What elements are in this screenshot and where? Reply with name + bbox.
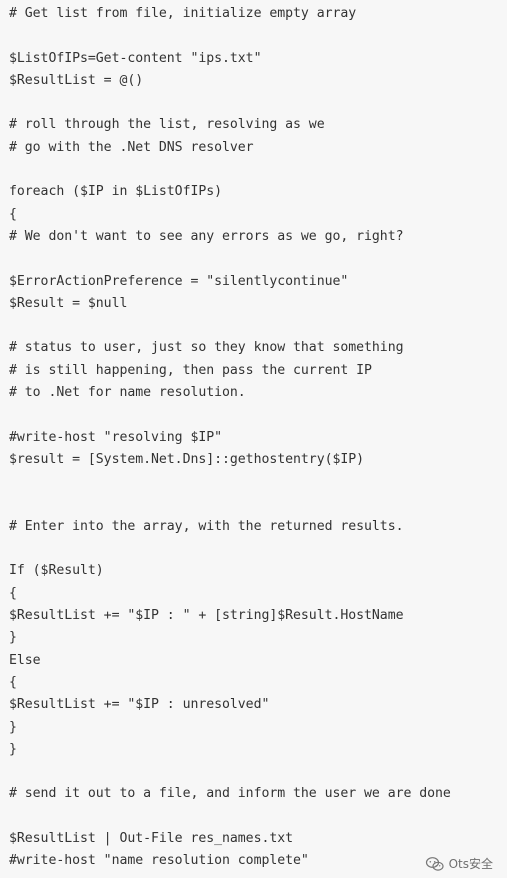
code-line-3: $ListOfIPs=Get-content "ips.txt"	[9, 50, 262, 66]
code-line-18: # to .Net for name resolution.	[9, 385, 246, 401]
code-line-26: If ($Result)	[9, 563, 104, 579]
code-line-20: #write-host "resolving $IP"	[9, 429, 223, 445]
code-line-38: $ResultList | Out-File res_names.txt	[9, 830, 294, 846]
code-line-4: $ResultList = @()	[9, 72, 144, 88]
code-line-16: # status to user, just so they know that…	[9, 340, 404, 356]
watermark-text: Ots安全	[448, 857, 493, 871]
code-line-27: {	[9, 585, 17, 601]
code-line-14: $Result = $null	[9, 295, 128, 311]
code-line-6: # roll through the list, resolving as we	[9, 117, 325, 133]
code-line-7: # go with the .Net DNS resolver	[9, 139, 254, 155]
code-line-24: # Enter into the array, with the returne…	[9, 518, 404, 534]
code-line-30: Else	[9, 652, 41, 668]
code-line-31: {	[9, 674, 17, 690]
code-line-9: foreach ($IP in $ListOfIPs)	[9, 184, 223, 200]
code-block: # Get list from file, initialize empty a…	[0, 0, 507, 878]
code-line-10: {	[9, 206, 17, 222]
watermark: Ots安全	[425, 855, 493, 872]
code-line-13: $ErrorActionPreference = "silentlycontin…	[9, 273, 349, 289]
code-line-32: $ResultList += "$IP : unresolved"	[9, 697, 270, 713]
code-line-21: $result = [System.Net.Dns]::gethostentry…	[9, 451, 365, 467]
code-line-28: $ResultList += "$IP : " + [string]$Resul…	[9, 608, 404, 624]
code-line-36: # send it out to a file, and inform the …	[9, 786, 451, 802]
code-line-1: # Get list from file, initialize empty a…	[9, 6, 357, 21]
wechat-icon	[425, 856, 445, 872]
code-line-11: # We don't want to see any errors as we …	[9, 228, 404, 244]
code-line-29: }	[9, 630, 17, 646]
code-line-17: # is still happening, then pass the curr…	[9, 362, 372, 378]
code-line-34: }	[9, 741, 17, 757]
code-line-33: }	[9, 719, 17, 735]
